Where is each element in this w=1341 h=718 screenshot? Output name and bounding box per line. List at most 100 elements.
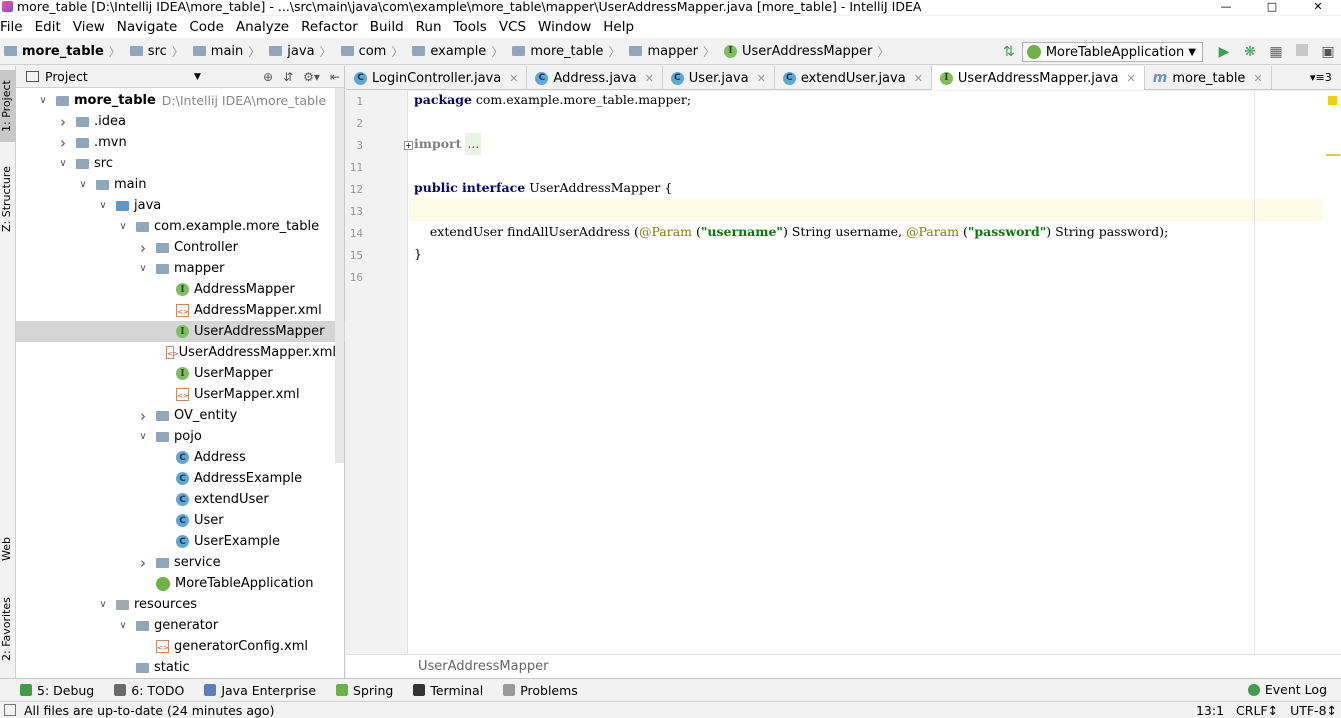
tree-item[interactable]: › .mvn [16, 132, 336, 153]
chevron-down-icon[interactable]: ∨ [56, 158, 70, 169]
inspection-status-icon[interactable] [1328, 96, 1337, 105]
chevron-right-icon[interactable]: › [136, 554, 150, 572]
debug-icon[interactable]: ❋ [1237, 44, 1263, 60]
stop-icon[interactable] [1289, 44, 1315, 60]
breadcrumb-item-4[interactable]: com 〉 [340, 43, 409, 60]
line-separator[interactable]: CRLF↕ [1236, 703, 1278, 718]
tool-window-5-debug[interactable]: 5: Debug [20, 683, 94, 698]
tree-item[interactable]: I UserMapper [16, 363, 336, 384]
tree-item[interactable]: ∨ resources [16, 594, 336, 615]
chevron-down-icon[interactable]: ∨ [136, 263, 150, 274]
tool-window-6-todo[interactable]: 6: TODO [114, 683, 184, 698]
code-line[interactable]: public interface UserAddressMapper { [414, 177, 1341, 199]
close-icon[interactable]: ✕ [1127, 72, 1136, 85]
chevron-down-icon[interactable]: ∨ [36, 95, 50, 106]
tree-item[interactable]: ∨ generator [16, 615, 336, 636]
code-line[interactable] [414, 155, 1341, 177]
tree-item[interactable]: ∨ more_table D:\Intellij IDEA\more_table [16, 90, 336, 111]
tree-item[interactable]: CextendUser [16, 489, 336, 510]
menu-item-build[interactable]: Build [364, 19, 410, 35]
tree-item[interactable]: generatorConfig.xml [16, 636, 336, 657]
code-editor[interactable]: 1 2 3 11 12 13 14 15 16 package com.example.more… [346, 91, 1341, 654]
tree-item[interactable]: UserAddressMapper.xml [16, 342, 336, 363]
breadcrumb-item-0[interactable]: more_table 〉 [4, 43, 126, 60]
close-icon[interactable]: ✕ [914, 72, 923, 85]
chevron-down-icon[interactable]: ∨ [76, 179, 90, 190]
chevron-down-icon[interactable]: ∨ [96, 200, 110, 211]
chevron-down-icon[interactable]: ∨ [116, 221, 130, 232]
run-configuration-select[interactable]: MoreTableApplication ▼ [1021, 42, 1203, 62]
tool-window-problems[interactable]: Problems [503, 683, 578, 698]
event-log-button[interactable]: Event Log [1247, 682, 1327, 697]
breadcrumb-item-6[interactable]: more_table 〉 [512, 43, 625, 60]
tab-logincontroller-java[interactable]: C LoginController.java ✕ [346, 66, 528, 90]
fold-expand-icon[interactable]: + [404, 141, 413, 150]
code-line[interactable] [414, 265, 1341, 287]
menu-item-code[interactable]: Code [183, 19, 230, 35]
code-area[interactable]: package com.example.more_table.mapper;im… [409, 89, 1341, 654]
tree-item[interactable]: static [16, 657, 336, 678]
tool-tab-z-structure[interactable]: Z: Structure [0, 158, 16, 240]
tree-item[interactable]: ∨ mapper [16, 258, 336, 279]
tool-window-terminal[interactable]: Terminal [413, 683, 483, 698]
tree-item[interactable]: C Address [16, 447, 336, 468]
tree-item[interactable]: I AddressMapper [16, 279, 336, 300]
tree-item[interactable]: C UserExample [16, 531, 336, 552]
tree-item[interactable]: C User [16, 510, 336, 531]
menu-item-tools[interactable]: Tools [448, 19, 493, 35]
tree-item[interactable]: ∨ java [16, 195, 336, 216]
tool-window-spring[interactable]: Spring [336, 683, 393, 698]
code-line[interactable]: extendUser findAllUserAddress (@Param ("… [414, 221, 1341, 243]
chevron-right-icon[interactable]: › [136, 407, 150, 425]
tree-item[interactable]: I UserAddressMapper [16, 321, 345, 342]
maximize-icon[interactable]: □ [1249, 0, 1295, 15]
menu-item-help[interactable]: Help [597, 19, 640, 35]
warning-marker[interactable] [1326, 154, 1340, 156]
file-encoding[interactable]: UTF-8↕ [1290, 703, 1337, 718]
collapse-all-icon[interactable]: ⇵ [283, 70, 293, 84]
tab-more-table[interactable]: m more_table ✕ [1145, 66, 1272, 90]
code-line[interactable]: package com.example.more_table.mapper; [414, 89, 1341, 111]
tree-item[interactable]: ∨ main [16, 174, 336, 195]
breadcrumb-item-2[interactable]: main 〉 [192, 43, 266, 60]
chevron-right-icon[interactable]: › [56, 134, 70, 152]
menu-item-file[interactable]: File [0, 19, 29, 35]
toggle-tool-windows-icon[interactable] [4, 704, 16, 716]
close-icon[interactable]: ✕ [645, 72, 654, 85]
tab-useraddressmapper-java[interactable]: I UserAddressMapper.java ✕ [931, 66, 1145, 90]
menu-item-vcs[interactable]: VCS [493, 19, 532, 35]
tab-address-java[interactable]: C Address.java ✕ [527, 66, 663, 90]
tool-tab-web[interactable]: Web [0, 524, 16, 574]
project-structure-icon[interactable]: ▣ [1315, 44, 1341, 60]
code-line[interactable] [414, 111, 1341, 133]
chevron-down-icon[interactable]: ∨ [136, 431, 150, 442]
menu-item-navigate[interactable]: Navigate [111, 19, 184, 35]
close-icon[interactable]: ✕ [1295, 0, 1341, 15]
code-line[interactable] [409, 199, 1341, 221]
tree-item[interactable]: C AddressExample [16, 468, 336, 489]
tree-item[interactable]: MoreTableApplication [16, 573, 336, 594]
breadcrumb-item-5[interactable]: example 〉 [412, 43, 508, 60]
tree-item[interactable]: › .idea [16, 111, 336, 132]
menu-item-window[interactable]: Window [532, 19, 597, 35]
locate-icon[interactable]: ⊕ [263, 70, 273, 84]
tab-user-java[interactable]: C User.java ✕ [663, 66, 775, 90]
project-panel-title[interactable]: Project [45, 69, 88, 84]
coverage-icon[interactable]: ▦ [1263, 44, 1289, 60]
code-line[interactable]: import ... [414, 133, 1341, 155]
chevron-right-icon[interactable]: › [136, 239, 150, 257]
menu-item-analyze[interactable]: Analyze [230, 19, 295, 35]
chevron-down-icon[interactable]: ▼ [194, 72, 201, 82]
tool-tab-1-project[interactable]: 1: Project [0, 70, 16, 142]
breadcrumb-item-8[interactable]: I UserAddressMapper 〉 [723, 43, 894, 60]
close-icon[interactable]: ✕ [1253, 72, 1262, 85]
chevron-down-icon[interactable]: ∨ [96, 599, 110, 610]
tab-extenduser-java[interactable]: CextendUser.java ✕ [775, 66, 932, 90]
gear-icon[interactable]: ⚙▾ [303, 70, 320, 84]
tool-tab-2-favorites[interactable]: 2: Favorites [0, 586, 16, 672]
build-arrows-icon[interactable]: ⇅ [996, 44, 1022, 60]
chevron-down-icon[interactable]: ∨ [116, 620, 130, 631]
tree-item[interactable]: AddressMapper.xml [16, 300, 336, 321]
breadcrumb-item-7[interactable]: mapper 〉 [629, 43, 720, 60]
tree-item[interactable]: › Controller [16, 237, 336, 258]
